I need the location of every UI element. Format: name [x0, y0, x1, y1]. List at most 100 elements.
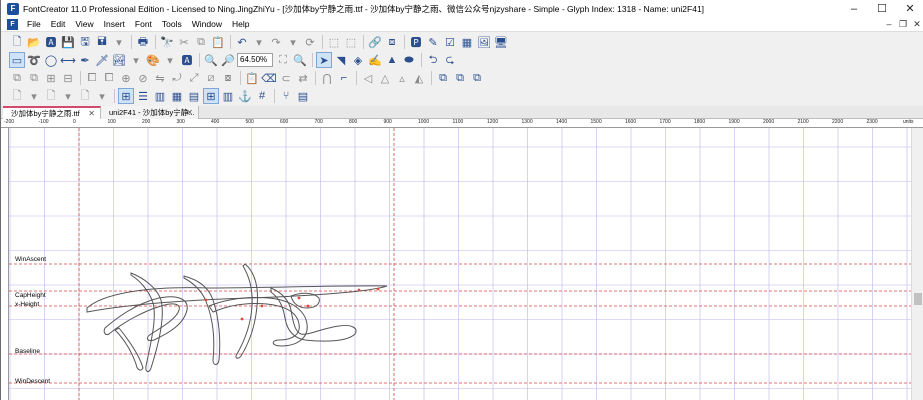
find-icon[interactable]: 🔭 [159, 34, 175, 50]
anchor-icon[interactable]: ⚓ [237, 88, 253, 104]
grid-dense-icon[interactable]: ▦ [169, 88, 185, 104]
align-icon[interactable]: ⊞ [43, 70, 59, 86]
tab-close-icon[interactable]: ✕ [186, 106, 193, 119]
scrollbar-thumb[interactable] [914, 293, 922, 305]
grid-split-icon[interactable]: ▥ [220, 88, 236, 104]
layer-back-icon[interactable]: ⧉ [452, 70, 468, 86]
triangle-left-icon[interactable]: ◁ [360, 70, 376, 86]
combine-icon[interactable]: ⊕ [118, 70, 134, 86]
knife-icon[interactable]: 🗡 [94, 52, 110, 68]
glyph-canvas-svg[interactable] [9, 128, 911, 400]
properties-icon[interactable]: 🅿 [408, 34, 424, 50]
menu-file[interactable]: File [22, 17, 46, 31]
offset-icon[interactable]: ⧇ [220, 70, 236, 86]
fill-icon[interactable]: 🎨 [145, 52, 161, 68]
mdi-close-button[interactable]: ✕ [910, 19, 923, 30]
new-font-icon[interactable]: 🗋 [9, 34, 25, 50]
skew-icon[interactable]: ⧄ [203, 70, 219, 86]
chevron-down-icon[interactable]: ▾ [162, 52, 178, 68]
grid-layout-icon[interactable]: ▤ [186, 88, 202, 104]
transform-icon[interactable]: ⧉ [9, 70, 25, 86]
triangle-down-icon[interactable]: ◭ [411, 70, 427, 86]
merge-icon[interactable]: ⊂ [278, 70, 294, 86]
close-button[interactable]: ✕ [896, 0, 923, 17]
chevron-down-icon[interactable]: ▾ [60, 88, 76, 104]
zoom-level-field[interactable]: 64.50% [237, 53, 273, 67]
lasso-icon[interactable]: ➰ [26, 52, 42, 68]
rotate-icon[interactable]: ⤾ [169, 70, 185, 86]
glyph-overview-icon[interactable]: ▦ [459, 34, 475, 50]
zoom-out-icon[interactable]: 🔎 [220, 52, 236, 68]
chevron-down-icon[interactable]: ▾ [94, 88, 110, 104]
contour-pointer-icon[interactable]: ◥ [333, 52, 349, 68]
menu-insert[interactable]: Insert [99, 17, 130, 31]
group-icon[interactable]: ⧠ [84, 70, 100, 86]
glyph-next-icon[interactable]: ⬚ [343, 34, 359, 50]
triangle-up-icon[interactable]: △ [377, 70, 393, 86]
validate-icon[interactable]: ☑ [442, 34, 458, 50]
tab-font-file[interactable]: 沙加体by宁静之雨.ttf ✕ [3, 106, 101, 119]
menu-tools[interactable]: Tools [157, 17, 187, 31]
horizontal-ruler[interactable]: -200 -100 0 100 200 300 400 500 600 700 800 900 1000… [1, 119, 923, 128]
minimize-button[interactable]: – [840, 0, 868, 17]
vertical-scrollbar[interactable] [911, 128, 923, 400]
copy-icon[interactable]: ⧉ [193, 34, 209, 50]
cut-icon[interactable]: ✂ [176, 34, 192, 50]
script-icon[interactable]: ▤ [295, 88, 311, 104]
transform-copy-icon[interactable]: ⧉ [26, 70, 42, 86]
eraser-icon[interactable]: ⌫ [261, 70, 277, 86]
back-icon[interactable]: ⮌ [425, 52, 441, 68]
select-rectangle-icon[interactable]: ▭ [9, 52, 25, 68]
flip-icon[interactable]: ⇋ [152, 70, 168, 86]
ungroup-icon[interactable]: ⧠ [101, 70, 117, 86]
glyph-prev-icon[interactable]: ⬚ [326, 34, 342, 50]
chevron-down-icon[interactable]: ▾ [26, 88, 42, 104]
zoom-fit-icon[interactable]: ⛶ [275, 52, 291, 68]
open-glyph-icon[interactable]: 🅰 [43, 34, 59, 50]
glyph-outline[interactable] [86, 263, 388, 373]
save-all-icon[interactable]: 🖬 [94, 34, 110, 50]
reverse-icon[interactable]: ⇄ [295, 70, 311, 86]
chevron-down-icon[interactable]: ▾ [285, 34, 301, 50]
triangle-icon[interactable]: ▲ [384, 52, 400, 68]
align-center-icon[interactable]: ⊟ [60, 70, 76, 86]
pointer-icon[interactable]: ➤ [316, 52, 332, 68]
chevron-down-icon[interactable]: ▾ [128, 52, 144, 68]
intersect-icon[interactable]: ⋂ [319, 70, 335, 86]
grid-cols-icon[interactable]: ▥ [152, 88, 168, 104]
tab-close-icon[interactable]: ✕ [88, 108, 95, 119]
mdi-restore-button[interactable]: ❐ [896, 19, 910, 30]
mdi-minimize-button[interactable]: – [882, 19, 896, 30]
add-point-icon[interactable]: ◈ [350, 52, 366, 68]
document-icon[interactable]: F [7, 18, 18, 30]
pen-icon[interactable]: ✒ [77, 52, 93, 68]
link-icon[interactable]: 🔗 [367, 34, 383, 50]
clipboard-icon[interactable]: 📋 [244, 70, 260, 86]
zoom-glass-icon[interactable]: 🔍 [292, 52, 308, 68]
page-down-icon[interactable]: 🗋 [43, 88, 59, 104]
grid-alt-icon[interactable]: ⊞ [203, 88, 219, 104]
layer-stack-icon[interactable]: ⧉ [469, 70, 485, 86]
triangle-both-icon[interactable]: ▵ [394, 70, 410, 86]
page-next-icon[interactable]: 🗋 [77, 88, 93, 104]
path-icon[interactable]: ⌐ [336, 70, 352, 86]
undo-icon[interactable]: ↶ [234, 34, 250, 50]
component-icon[interactable]: ⧈ [384, 34, 400, 50]
menu-help[interactable]: Help [227, 17, 254, 31]
edit-metrics-icon[interactable]: ✎ [425, 34, 441, 50]
maximize-button[interactable]: ☐ [868, 0, 896, 17]
chevron-down-icon[interactable]: ▾ [111, 34, 127, 50]
layer-front-icon[interactable]: ⧉ [435, 70, 451, 86]
ellipse-select-icon[interactable]: ◯ [43, 52, 59, 68]
tab-glyph-editor[interactable]: uni2F41 - 沙加体by宁静... ✕ [101, 106, 199, 119]
vertical-ruler[interactable] [1, 128, 9, 400]
page-icon[interactable]: 🗋 [9, 88, 25, 104]
glyph-edit-canvas[interactable]: WinAscent CapHeight x-Height Baseline Wi… [9, 128, 911, 400]
branch-icon[interactable]: ⑂ [278, 88, 294, 104]
grid-icon[interactable]: ⊞ [118, 88, 134, 104]
refresh-icon[interactable]: ⟳ [302, 34, 318, 50]
hash-icon[interactable]: # [254, 88, 270, 104]
text-tool-icon[interactable]: 🅰 [179, 52, 195, 68]
ellipse-shape-icon[interactable]: ⬬ [401, 52, 417, 68]
preview-icon[interactable]: 🖼 [476, 34, 492, 50]
